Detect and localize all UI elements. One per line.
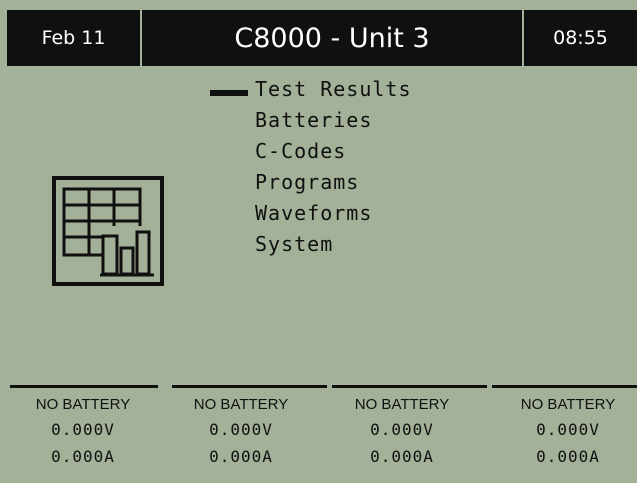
menu-item-c-codes[interactable]: C-Codes — [255, 139, 575, 170]
channel-4-panel: NO BATTERY 0.000V 0.000A — [489, 394, 637, 470]
channel-current: 0.000A — [370, 447, 434, 466]
channel-2-panel: NO BATTERY 0.000V 0.000A — [162, 394, 320, 470]
channel-voltage: 0.000V — [51, 420, 115, 439]
channel-rule — [332, 385, 487, 388]
channel-current: 0.000A — [51, 447, 115, 466]
channel-rule — [10, 385, 158, 388]
menu-item-programs[interactable]: Programs — [255, 170, 575, 201]
date-label: Feb 11 — [41, 27, 106, 49]
channel-3-panel: NO BATTERY 0.000V 0.000A — [323, 394, 481, 470]
channel-status: NO BATTERY — [193, 396, 289, 413]
channel-status: NO BATTERY — [354, 396, 450, 413]
channel-rule — [492, 385, 637, 388]
test-results-icon — [52, 176, 164, 286]
channel-strip-rule — [0, 385, 637, 391]
channel-current: 0.000A — [209, 447, 273, 466]
channel-current: 0.000A — [536, 447, 600, 466]
channel-voltage: 0.000V — [370, 420, 434, 439]
channel-voltage: 0.000V — [209, 420, 273, 439]
header-bar: Feb 11 C8000 - Unit 3 08:55 — [7, 10, 637, 66]
channel-status: NO BATTERY — [520, 396, 616, 413]
channel-rule — [172, 385, 327, 388]
menu-selection-indicator — [210, 90, 248, 96]
channel-1-panel: NO BATTERY 0.000V 0.000A — [4, 394, 162, 470]
menu-item-test-results[interactable]: Test Results — [255, 77, 575, 108]
menu-item-system[interactable]: System — [255, 232, 575, 263]
channel-voltage: 0.000V — [536, 420, 600, 439]
unit-title: C8000 - Unit 3 — [234, 22, 430, 54]
lcd-screen: Feb 11 C8000 - Unit 3 08:55 Test Results… — [0, 0, 637, 483]
channel-status: NO BATTERY — [35, 396, 131, 413]
menu-item-waveforms[interactable]: Waveforms — [255, 201, 575, 232]
main-menu: Test Results Batteries C-Codes Programs … — [255, 77, 575, 263]
menu-item-batteries[interactable]: Batteries — [255, 108, 575, 139]
clock-label: 08:55 — [553, 27, 608, 49]
